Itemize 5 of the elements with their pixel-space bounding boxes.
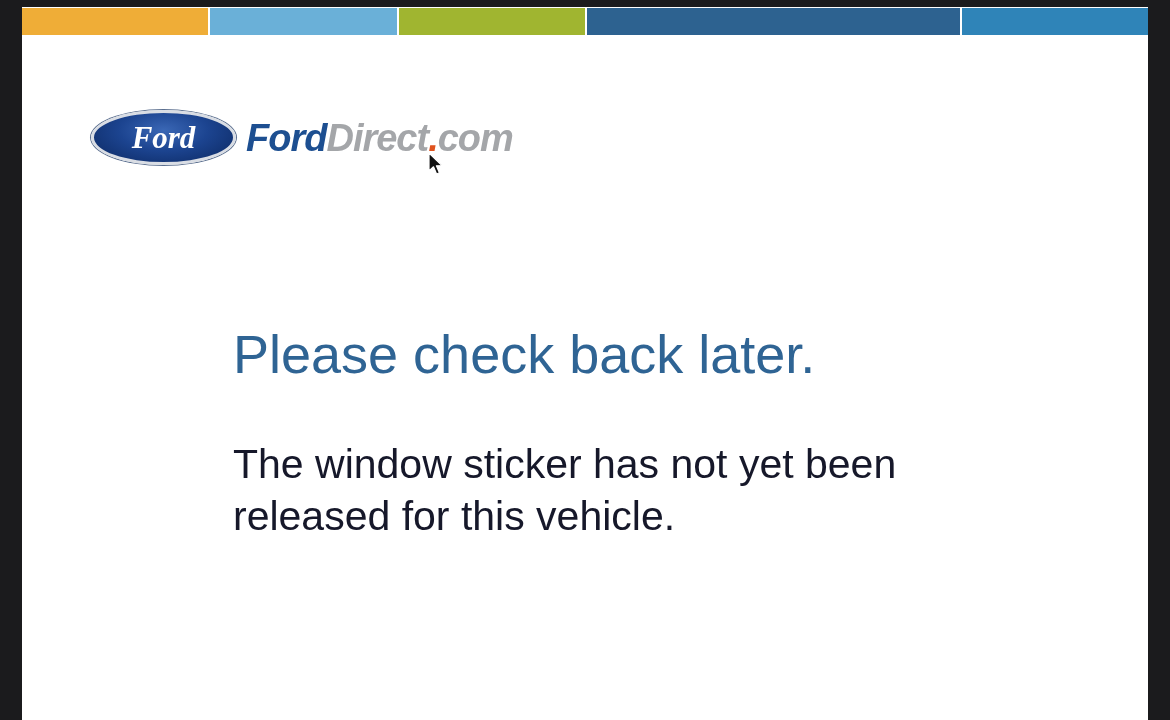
brand-emblem: Ford bbox=[91, 110, 236, 165]
message-heading: Please check back later. bbox=[233, 323, 817, 386]
logo-wordmark: FordDirect.com bbox=[246, 118, 513, 157]
message-text: The window sticker has not yet been released for this vehicle. bbox=[233, 440, 898, 541]
mouse-pointer-icon bbox=[428, 152, 443, 176]
